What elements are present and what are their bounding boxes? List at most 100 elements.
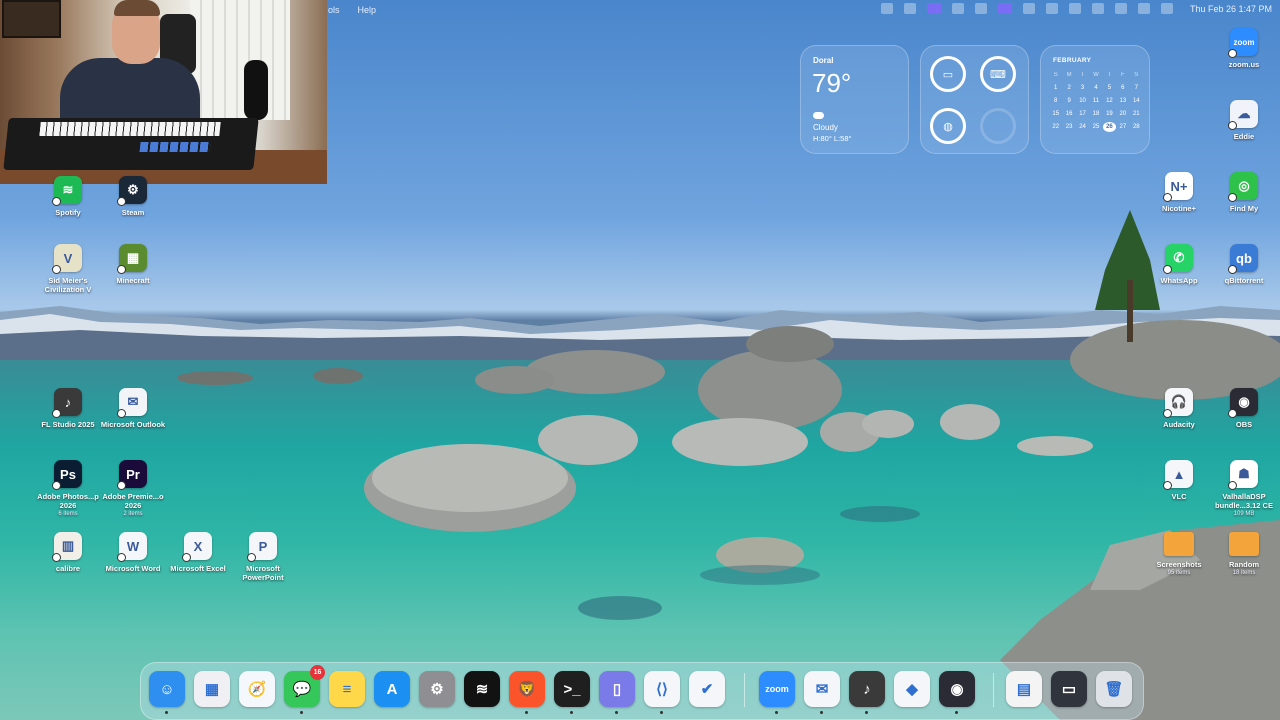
desktop-icon-premiere[interactable]: Pr Adobe Premie...o 2026 2 items (98, 460, 168, 518)
desktop-icon-label: calibre (55, 564, 81, 573)
desktop-icon-label: OBS (1235, 420, 1253, 429)
calendar-today: 26 (1102, 122, 1117, 132)
dock-simulator[interactable]: ▯ (599, 671, 635, 714)
chat-icon[interactable] (1068, 3, 1081, 14)
calendar-widget[interactable]: FEBRUARY S M T W T F S 1 2 3 4 5 6 7 8 9 10 11 12 13 14 15 16 1… (1040, 45, 1150, 154)
desktop-icon-qbittorrent[interactable]: qb qBittorrent (1209, 244, 1279, 285)
weather-widget[interactable]: Doral 79° Cloudy H:80° L:58° (800, 45, 909, 154)
weather-temp: 79° (812, 68, 852, 98)
lightbulb-icon[interactable] (903, 3, 916, 14)
desktop-icon-find-my[interactable]: ◎ Find My (1209, 172, 1279, 213)
launchpad-icon: ▦ (204, 681, 220, 698)
calendar-day: 11 (1092, 98, 1100, 104)
dock-safari[interactable]: 🧭 (239, 671, 275, 707)
desktop-icon-steam[interactable]: ⚙ Steam (98, 176, 168, 217)
audacity-icon: 🎧 (1163, 388, 1193, 418)
desktop-icon-calibre[interactable]: ▥ calibre (33, 532, 103, 573)
dock-system-settings[interactable]: ⚙ (419, 671, 455, 707)
battery-icon[interactable] (1091, 3, 1104, 14)
desktop-icon-powerpoint[interactable]: P Microsoft PowerPoint (228, 532, 298, 582)
status-icon[interactable] (880, 3, 893, 14)
desktop-icon-outlook[interactable]: ✉ Microsoft Outlook (98, 388, 168, 429)
calendar-day: 12 (1106, 98, 1113, 104)
desktop-icon-folder[interactable]: Screenshots 95 items (1144, 532, 1214, 577)
trash-icon: 🗑 (1104, 681, 1124, 698)
desktop-icon-spotify[interactable]: ≋ Spotify (33, 176, 103, 217)
menubar-clock[interactable]: Thu Feb 26 1:47 PM (1190, 4, 1272, 14)
excel-icon: X (182, 532, 212, 562)
desktop-icon-obs[interactable]: ◉ OBS (1209, 388, 1279, 429)
dock-notes[interactable]: ≡ (329, 671, 365, 707)
weather-high-low: H:80° L:58° (813, 134, 852, 143)
dock-things[interactable]: ✔ (689, 671, 725, 707)
desktop-icon-minecraft[interactable]: ▦ Minecraft (98, 244, 168, 285)
batteries-widget[interactable]: ▭ ⌨ ◍ (920, 45, 1029, 154)
notification-badge: 16 (310, 665, 325, 680)
desktop-icon-label: Spotify (55, 208, 81, 217)
recent-window-icon: ▭ (1061, 681, 1077, 698)
find-my-icon: ◎ (1228, 172, 1258, 202)
calendar-day: 2 (1067, 85, 1071, 91)
dock-launchpad[interactable]: ▦ (194, 671, 230, 707)
camera-icon[interactable] (974, 3, 987, 14)
screen-share-icon[interactable] (926, 3, 941, 14)
calendar-day: 14 (1132, 98, 1140, 104)
desktop-icon-label: Microsoft Excel (170, 564, 226, 573)
desktop-icon-word[interactable]: W Microsoft Word (98, 532, 168, 573)
dock-zoom[interactable]: zoom (759, 671, 795, 714)
desktop-icon-photoshop[interactable]: Ps Adobe Photos...p 2026 6 items (33, 460, 103, 518)
calendar-day: 22 (1052, 124, 1060, 130)
headphones-icon[interactable] (1045, 3, 1058, 14)
desktop-icon-fl-studio[interactable]: ♪ FL Studio 2025 (33, 388, 103, 429)
desktop-icon-icloud[interactable]: ☁ Eddie (1209, 100, 1279, 141)
desktop-icon-valhalla[interactable]: ☗ ValhallaDSP bundle...3.12 CE 109 MB (1209, 460, 1279, 518)
desktop-icon-label: Audacity (1163, 420, 1195, 429)
desktop-icon-nicotine[interactable]: N+ Nicotine+ (1144, 172, 1214, 213)
dock-finder[interactable]: ☺ (149, 671, 185, 714)
search-icon[interactable] (1137, 3, 1150, 14)
dock-separator (744, 673, 745, 707)
dock-terminal[interactable]: >_ (554, 671, 590, 714)
dock-recent-window[interactable]: ▭ (1051, 671, 1087, 707)
vpn-icon[interactable] (1022, 3, 1035, 14)
dock-shortcuts[interactable]: ◆ (894, 671, 930, 707)
calendar-day-header: M (1066, 72, 1072, 78)
desktop-icon-audacity[interactable]: 🎧 Audacity (1144, 388, 1214, 429)
dock-outlook[interactable]: ✉ (804, 671, 840, 714)
premiere-icon: Pr (117, 460, 147, 490)
dock-spotify[interactable]: ≋ (464, 671, 500, 707)
running-indicator (570, 711, 573, 714)
valhalla-icon: ☗ (1228, 460, 1258, 490)
dock-recent-document[interactable]: ▤ (1006, 671, 1042, 707)
calendar-day: 9 (1067, 98, 1071, 104)
input-source-icon[interactable] (951, 3, 964, 14)
display-icon[interactable] (997, 3, 1012, 14)
dock-messages[interactable]: 💬 16 (284, 665, 325, 714)
word-icon: W (117, 532, 147, 562)
dock-app-store[interactable]: A (374, 671, 410, 707)
control-center-icon[interactable] (1160, 3, 1173, 14)
menu-tools[interactable]: ols (328, 5, 340, 15)
vscode-icon: ⟨⟩ (656, 681, 668, 698)
menu-help[interactable]: Help (358, 5, 377, 15)
vlc-icon: ▲ (1163, 460, 1193, 490)
desktop-icon-vlc[interactable]: ▲ VLC (1144, 460, 1214, 501)
notes-icon: ≡ (342, 680, 352, 698)
desktop-icon-label: Microsoft PowerPoint (242, 564, 284, 582)
dock-brave[interactable]: 🦁 (509, 671, 545, 714)
dock-vscode[interactable]: ⟨⟩ (644, 671, 680, 714)
terminal-icon: >_ (563, 680, 581, 698)
desktop-icon-whatsapp[interactable]: ✆ WhatsApp (1144, 244, 1214, 285)
spotify-icon: ≋ (52, 176, 82, 206)
dock-trash[interactable]: 🗑 (1096, 671, 1132, 707)
powerpoint-icon: P (247, 532, 277, 562)
desktop-icon-excel[interactable]: X Microsoft Excel (163, 532, 233, 573)
desktop-icon-civilization[interactable]: V Sid Meier's Civilization V (33, 244, 103, 294)
weather-city: Doral (813, 56, 834, 65)
desktop-icon-folder[interactable]: Random 18 items (1209, 532, 1279, 577)
wifi-icon[interactable] (1114, 3, 1127, 14)
dock-obs[interactable]: ◉ (939, 671, 975, 714)
desktop-icon-zoom[interactable]: zoom zoom.us (1209, 28, 1279, 69)
dock-fl-studio[interactable]: ♪ (849, 671, 885, 714)
simulator-icon: ▯ (612, 681, 622, 698)
